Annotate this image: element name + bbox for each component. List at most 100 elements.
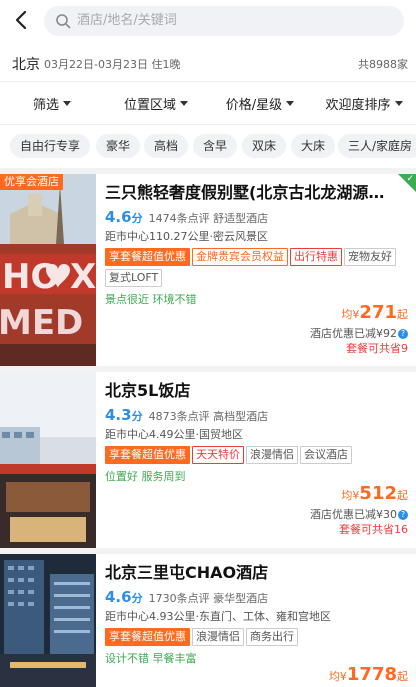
discount-text: 酒店优惠已减¥92 — [310, 327, 397, 340]
chip-breakfast[interactable]: 含早 — [193, 134, 238, 158]
stay-dates[interactable]: 03月22日-03月23日 住1晚 — [44, 56, 180, 72]
hotel-type: 舒适型酒店 — [213, 212, 269, 225]
tag: 浪漫情侣 — [192, 628, 244, 646]
price-prefix: 均¥ — [341, 308, 360, 321]
dropdown-arrow-icon — [180, 101, 188, 106]
dropdown-arrow-icon — [286, 101, 295, 106]
result-count: 共8988家 — [358, 58, 408, 71]
tag: 享套餐超值优惠 — [105, 446, 190, 464]
chip-self-travel[interactable]: 自由行专享 — [10, 134, 91, 158]
quick-filter-chips: 自由行专享 豪华 高档 含早 双床 大床 三人/家庭房 — [0, 126, 416, 166]
rating-score: 4.3 — [105, 406, 132, 424]
price-block[interactable]: 均¥271起 酒店优惠已减¥92? 套餐可共省9 — [310, 302, 408, 356]
rating-line: 4.3分 4873条点评 高档型酒店 — [105, 406, 410, 426]
rating-unit: 分 — [131, 410, 143, 423]
tag: 复式LOFT — [105, 269, 163, 287]
hotel-card[interactable]: 北京三里屯CHAO酒店 4.6分 1730条点评 豪华型酒店 距市中心4.93公里… — [0, 548, 416, 687]
hotel-photo-image — [0, 372, 96, 548]
city-date-bar[interactable]: 北京 03月22日-03月23日 住1晚 共8988家 — [0, 44, 416, 82]
hotel-type: 高档型酒店 — [213, 410, 269, 423]
tag-list: 享套餐超值优惠 金牌贵宾会员权益 出行特惠 宠物友好复式LOFT — [105, 248, 410, 290]
tag: 享套餐超值优惠 — [105, 628, 190, 646]
hotel-name[interactable]: 三只熊轻奢度假别墅(北京古北龙湖源… — [105, 182, 410, 204]
tag: 宠物友好 — [344, 248, 396, 266]
city-label[interactable]: 北京 — [12, 54, 40, 74]
svg-text:X: X — [70, 257, 96, 297]
tag: 金牌贵宾会员权益 — [192, 248, 288, 266]
hotel-name[interactable]: 北京三里屯CHAO酒店 — [105, 562, 410, 584]
search-icon — [56, 14, 71, 29]
package-saving: 套餐可共省9 — [346, 342, 408, 355]
hotel-photo[interactable] — [0, 554, 96, 687]
hotel-name[interactable]: 北京5L饭店 — [105, 380, 410, 402]
discount-info: 酒店优惠已减¥30? — [310, 507, 408, 522]
tag: 享套餐超值优惠 — [105, 248, 190, 266]
price-suffix: 起 — [397, 308, 408, 321]
hotel-photo-image — [0, 554, 96, 687]
help-icon[interactable]: ? — [398, 510, 408, 520]
price-block[interactable]: 均¥1778起 — [329, 664, 408, 687]
hotel-info: 北京三里屯CHAO酒店 4.6分 1730条点评 豪华型酒店 距市中心4.93公里… — [105, 554, 410, 668]
tag: 浪漫情侣 — [246, 446, 298, 464]
rating-unit: 分 — [131, 592, 143, 605]
filter-label: 欢迎度排序 — [325, 98, 391, 113]
hotel-card[interactable]: 北京5L饭店 4.3分 4873条点评 高档型酒店 距市中心4.49公里·国贸地区… — [0, 366, 416, 548]
dropdown-arrow-icon — [394, 101, 403, 106]
member-badge: 优享会酒店 — [0, 174, 63, 190]
chip-upscale[interactable]: 高档 — [144, 134, 189, 158]
filter-screen[interactable]: 筛选 — [0, 83, 104, 124]
hotel-info: 三只熊轻奢度假别墅(北京古北龙湖源… 4.6分 1474条点评 舒适型酒店 距市中… — [105, 174, 410, 309]
rating-unit: 分 — [131, 212, 143, 225]
filter-label: 价格/星级 — [225, 98, 283, 113]
price-block[interactable]: 均¥512起 酒店优惠已减¥30? 套餐可共省16 — [310, 483, 408, 537]
price-value: 271 — [359, 302, 397, 323]
hotel-type: 豪华型酒店 — [213, 592, 269, 605]
filter-label: 位置区域 — [123, 98, 176, 113]
price-suffix: 起 — [397, 670, 408, 683]
filter-sort[interactable]: 欢迎度排序 — [312, 83, 416, 124]
help-icon[interactable]: ? — [398, 329, 408, 339]
rating-line: 4.6分 1474条点评 舒适型酒店 — [105, 208, 410, 228]
price-value: 512 — [359, 483, 397, 504]
price: 均¥512起 — [310, 483, 408, 507]
chip-family-room[interactable]: 三人/家庭房 — [338, 134, 416, 158]
review-count[interactable]: 4873条点评 — [149, 410, 210, 423]
discount-info: 酒店优惠已减¥92? — [310, 326, 408, 341]
tag: 出行特惠 — [290, 248, 342, 266]
hotel-info: 北京5L饭店 4.3分 4873条点评 高档型酒店 距市中心4.49公里·国贸地区… — [105, 372, 410, 486]
filter-price-star[interactable]: 价格/星级 — [208, 83, 312, 124]
package-saving: 套餐可共省16 — [339, 523, 408, 536]
top-bar: 酒店/地名/关键词 — [0, 0, 416, 44]
chip-king-bed[interactable]: 大床 — [291, 134, 336, 158]
hotel-card[interactable]: HO X MED 优享会酒店 ✓ 三只熊轻奢度假别墅(北京古北龙湖源… 4.6分… — [0, 168, 416, 366]
tag-list: 享套餐超值优惠 天天特价 浪漫情侣 会议酒店 — [105, 446, 410, 467]
tag-list: 享套餐超值优惠 浪漫情侣 商务出行 — [105, 628, 410, 649]
hotel-photo[interactable] — [0, 372, 96, 548]
back-arrow-icon[interactable] — [10, 8, 34, 32]
price: 均¥1778起 — [329, 664, 408, 687]
search-input[interactable]: 酒店/地名/关键词 — [44, 6, 404, 36]
search-placeholder: 酒店/地名/关键词 — [77, 13, 177, 28]
distance: 距市中心110.27公里·密云风景区 — [105, 230, 268, 243]
discount-text: 酒店优惠已减¥30 — [310, 508, 397, 521]
review-count[interactable]: 1730条点评 — [149, 592, 210, 605]
chip-luxury[interactable]: 豪华 — [96, 134, 141, 158]
chip-twin-bed[interactable]: 双床 — [242, 134, 287, 158]
hotel-photo[interactable]: HO X MED 优享会酒店 — [0, 174, 96, 366]
price-prefix: 均¥ — [341, 489, 360, 502]
svg-text:MED: MED — [0, 303, 83, 343]
distance: 距市中心4.49公里·国贸地区 — [105, 428, 243, 441]
dropdown-arrow-icon — [63, 101, 71, 106]
rating-score: 4.6 — [105, 588, 132, 606]
filter-bar: 筛选 位置区域 价格/星级 欢迎度排序 — [0, 83, 416, 125]
tag: 天天特价 — [192, 446, 244, 464]
distance: 距市中心4.93公里·东直门、工体、雍和宫地区 — [105, 610, 331, 623]
filter-label: 筛选 — [32, 98, 59, 113]
review-count[interactable]: 1474条点评 — [149, 212, 210, 225]
price-prefix: 均¥ — [328, 670, 347, 683]
price: 均¥271起 — [310, 302, 408, 326]
tag: 会议酒店 — [300, 446, 352, 464]
filter-location[interactable]: 位置区域 — [104, 83, 208, 124]
price-suffix: 起 — [397, 489, 408, 502]
tag: 商务出行 — [246, 628, 298, 646]
